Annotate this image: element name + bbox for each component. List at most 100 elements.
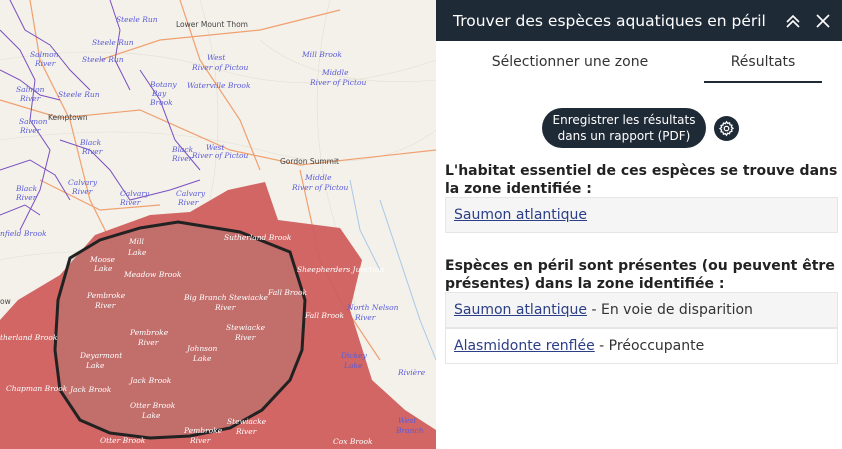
svg-text:Black: Black xyxy=(15,184,38,193)
species-status: - En voie de disparition xyxy=(587,302,753,318)
svg-text:ow: ow xyxy=(0,297,11,306)
svg-text:Rivière: Rivière xyxy=(397,368,426,377)
svg-text:Pembroke: Pembroke xyxy=(129,328,169,337)
widget-panel: Trouver des espèces aquatiques en péril … xyxy=(436,0,842,449)
svg-text:River of Pictou: River of Pictou xyxy=(191,151,249,160)
panel-header: Trouver des espèces aquatiques en péril xyxy=(436,0,842,41)
svg-text:River of Pictou: River of Pictou xyxy=(191,63,249,72)
svg-text:River of Pictou: River of Pictou xyxy=(309,78,367,87)
svg-text:River: River xyxy=(71,187,93,196)
svg-text:Otter Brook: Otter Brook xyxy=(100,436,146,445)
svg-text:Pembroke: Pembroke xyxy=(183,426,223,435)
save-report-label-1: Enregistrer les résultats xyxy=(552,113,696,127)
svg-text:Sheepherders Junction: Sheepherders Junction xyxy=(297,265,384,274)
svg-text:Otter Brook: Otter Brook xyxy=(130,401,176,410)
svg-text:Lower Mount Thom: Lower Mount Thom xyxy=(176,20,248,29)
svg-text:Black: Black xyxy=(171,145,194,154)
svg-text:Calvary: Calvary xyxy=(176,189,206,198)
close-icon[interactable] xyxy=(808,0,838,41)
svg-text:Botany: Botany xyxy=(149,80,177,89)
svg-text:Salmon: Salmon xyxy=(16,85,45,94)
svg-text:Lake: Lake xyxy=(141,411,161,420)
species-status: - Préoccupante xyxy=(594,338,705,354)
svg-text:therland Brook: therland Brook xyxy=(0,333,58,342)
svg-text:Fall Brook: Fall Brook xyxy=(267,288,307,297)
svg-text:Waterville Brook: Waterville Brook xyxy=(187,81,251,90)
svg-text:Calvary: Calvary xyxy=(120,189,150,198)
gear-icon[interactable] xyxy=(714,116,739,141)
svg-text:River: River xyxy=(34,59,56,68)
svg-text:Jack Brook: Jack Brook xyxy=(68,385,112,394)
species-link[interactable]: Saumon atlantique xyxy=(454,207,587,223)
list-item: Alasmidonte renflée - Préoccupante xyxy=(445,328,838,364)
svg-text:Stewiacke: Stewiacke xyxy=(226,323,266,332)
list-item: Saumon atlantique - En voie de dispariti… xyxy=(445,292,838,328)
svg-text:River: River xyxy=(235,427,257,436)
svg-text:Middle: Middle xyxy=(321,68,349,77)
svg-text:West: West xyxy=(398,416,417,425)
svg-text:River: River xyxy=(119,198,141,207)
svg-text:Black: Black xyxy=(79,138,102,147)
svg-text:Brook: Brook xyxy=(149,98,173,107)
svg-text:River: River xyxy=(19,94,41,103)
svg-text:River: River xyxy=(171,154,193,163)
svg-text:Big Branch Stewiacke: Big Branch Stewiacke xyxy=(183,293,269,302)
tab-results[interactable]: Résultats xyxy=(704,51,822,83)
svg-text:Meadow Brook: Meadow Brook xyxy=(123,270,182,279)
species-link[interactable]: Saumon atlantique xyxy=(454,302,587,318)
svg-text:Branch: Branch xyxy=(395,426,424,435)
svg-text:Steele Run: Steele Run xyxy=(116,15,158,24)
svg-text:Steele Run: Steele Run xyxy=(92,38,134,47)
svg-text:North Nelson: North Nelson xyxy=(346,303,399,312)
svg-text:Steele Run: Steele Run xyxy=(58,90,100,99)
svg-text:Calvary: Calvary xyxy=(68,178,98,187)
critical-habitat-heading: L'habitat essentiel de ces espèces se tr… xyxy=(445,163,838,197)
svg-text:River: River xyxy=(234,333,256,342)
list-item: Saumon atlantique xyxy=(445,197,838,233)
save-report-label-2: dans un rapport (PDF) xyxy=(557,129,691,143)
svg-text:River: River xyxy=(15,193,37,202)
chevron-up-double-icon[interactable] xyxy=(778,0,808,41)
svg-text:River: River xyxy=(81,147,103,156)
species-link[interactable]: Alasmidonte renflée xyxy=(454,338,595,354)
svg-text:River: River xyxy=(354,313,376,322)
map-view[interactable]: Steele Run Lower Mount Thom Salmon River … xyxy=(0,0,436,449)
tab-bar: Sélectionner une zone Résultats xyxy=(436,51,842,83)
svg-text:Lake: Lake xyxy=(343,361,363,370)
svg-text:Lake: Lake xyxy=(85,361,105,370)
svg-text:Lake: Lake xyxy=(93,264,113,273)
map-canvas: Steele Run Lower Mount Thom Salmon River … xyxy=(0,0,436,449)
svg-text:Middle: Middle xyxy=(304,173,332,182)
svg-text:Deyarmont: Deyarmont xyxy=(79,351,123,360)
tab-select-zone[interactable]: Sélectionner une zone xyxy=(485,51,655,81)
svg-text:Mill Brook: Mill Brook xyxy=(301,50,342,59)
svg-text:Sutherland Brook: Sutherland Brook xyxy=(224,233,292,242)
save-report-button[interactable]: Enregistrer les résultats dans un rappor… xyxy=(542,108,706,148)
svg-text:River of Pictou: River of Pictou xyxy=(291,183,349,192)
svg-text:Lake: Lake xyxy=(127,248,147,257)
svg-text:River: River xyxy=(94,301,116,310)
svg-text:Cox Brook: Cox Brook xyxy=(333,437,373,446)
svg-text:Johnson: Johnson xyxy=(185,344,218,353)
svg-text:Pembroke: Pembroke xyxy=(86,291,126,300)
svg-text:Steele Run: Steele Run xyxy=(82,55,124,64)
svg-text:River: River xyxy=(177,198,199,207)
panel-title: Trouver des espèces aquatiques en péril xyxy=(453,11,766,30)
svg-text:Jack Brook: Jack Brook xyxy=(128,376,172,385)
svg-text:nfield Brook: nfield Brook xyxy=(0,229,47,238)
svg-text:River: River xyxy=(137,338,159,347)
svg-text:River: River xyxy=(19,126,41,135)
svg-text:River: River xyxy=(214,303,236,312)
svg-text:Salmon: Salmon xyxy=(19,117,48,126)
svg-text:Salmon: Salmon xyxy=(30,50,59,59)
svg-text:Bay: Bay xyxy=(151,89,167,98)
svg-text:Stewiacke: Stewiacke xyxy=(227,417,267,426)
svg-text:Kemptown: Kemptown xyxy=(48,113,88,122)
svg-text:Gordon Summit: Gordon Summit xyxy=(280,157,339,166)
svg-text:Dickey: Dickey xyxy=(340,351,368,360)
svg-text:West: West xyxy=(207,53,226,62)
svg-text:Mill: Mill xyxy=(128,237,144,246)
svg-text:Lake: Lake xyxy=(192,354,212,363)
svg-text:Fall Brook: Fall Brook xyxy=(304,311,344,320)
species-present-heading: Espèces en péril sont présentes (ou peuv… xyxy=(445,258,835,292)
